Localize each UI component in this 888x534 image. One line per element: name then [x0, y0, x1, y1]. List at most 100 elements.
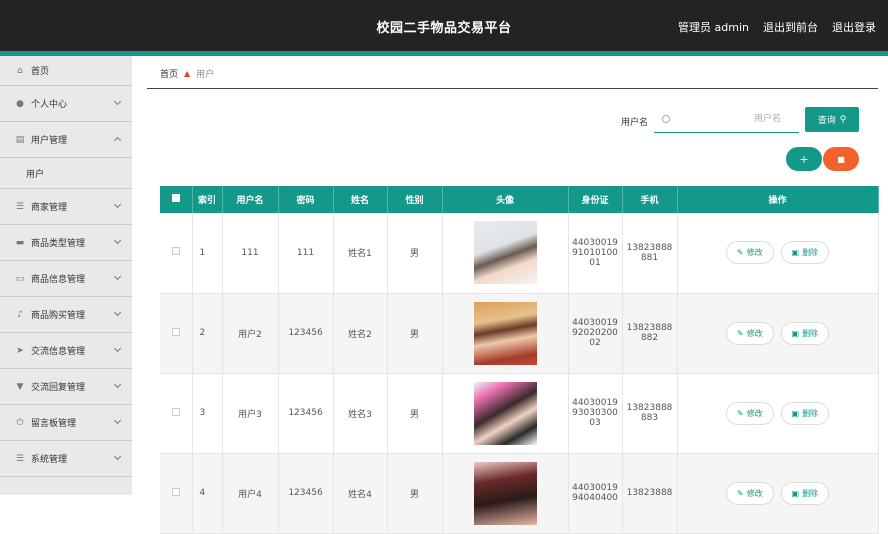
sidebar-item-label: 商品类型管理 [31, 239, 86, 249]
cell-phone: 13823888 [622, 453, 678, 534]
cell-index: 2 [192, 293, 223, 374]
cell-id-card: 44030019 93030300 03 [568, 373, 623, 454]
home-icon: ⌂ [17, 65, 23, 76]
search-field[interactable] [654, 109, 799, 133]
sidebar-item-exchange-reply[interactable]: ▼ 交流回复管理 [0, 369, 132, 405]
sidebar-subitem-label: 用户 [26, 169, 45, 180]
select-all-checkbox[interactable] [160, 186, 193, 213]
column-header: 索引 [192, 186, 223, 213]
chevron-down-icon [113, 308, 122, 317]
row-checkbox[interactable] [160, 293, 193, 374]
send-icon: ➤ [16, 345, 24, 356]
edit-icon: ✎ [736, 408, 744, 418]
edit-button[interactable]: ✎ 修改 [725, 321, 774, 345]
column-header: 身份证 [568, 186, 623, 213]
avatar [473, 461, 537, 525]
cell-actions: ✎ 修改 ▣ 删除 [677, 213, 879, 294]
table-header-row: 索引 用户名 密码 姓名 性别 头像 身份证 手机 操作 [160, 186, 879, 213]
column-header: 操作 [677, 186, 879, 213]
cell-gender: 男 [387, 453, 443, 534]
comment-icon: ▼ [16, 381, 24, 392]
sidebar-item-label: 商品购买管理 [31, 311, 86, 321]
users-table: 索引 用户名 密码 姓名 性别 头像 身份证 手机 操作 1 111 111 姓… [160, 186, 879, 534]
chevron-up-icon [113, 136, 122, 145]
search-icon [662, 115, 670, 123]
row-checkbox[interactable] [160, 213, 193, 294]
sidebar-item-label: 商家管理 [31, 203, 68, 213]
header-actions: 管理员 admin 退出到前台 退出登录 [678, 19, 876, 35]
monitor-icon: ▭ [15, 273, 25, 284]
chevron-down-icon [113, 344, 122, 353]
table-row: 4 用户4 123456 姓名4 男 44030019 94040400 1382… [160, 453, 879, 534]
search-input[interactable] [701, 114, 781, 124]
list-icon: ☰ [15, 201, 25, 212]
sidebar-item-merchant[interactable]: ☰ 商家管理 [0, 189, 132, 225]
top-bar: 校园二手物品交易平台 管理员 admin 退出到前台 退出登录 [0, 0, 888, 51]
breadcrumb-home[interactable]: 首页 [160, 67, 178, 80]
cell-gender: 男 [387, 293, 443, 374]
breadcrumb-current: 用户 [196, 70, 215, 80]
menu-icon: ☰ [15, 453, 25, 464]
cell-phone: 13823888 881 [622, 213, 678, 294]
search-label: 用户名 [621, 118, 649, 128]
cell-username: 用户2 [222, 293, 279, 374]
cell-avatar [442, 293, 569, 374]
sidebar-item-label: 商品信息管理 [31, 275, 86, 285]
cell-gender: 男 [387, 373, 443, 454]
column-header: 手机 [622, 186, 678, 213]
delete-button[interactable]: ▣ 删除 [780, 241, 830, 265]
plus-icon: + [799, 152, 809, 166]
sidebar-item-user-management[interactable]: ▤ 用户管理 [0, 122, 132, 158]
sidebar-item-system[interactable]: ☰ 系统管理 [0, 441, 132, 477]
admin-label: 管理员 admin [678, 21, 749, 34]
row-checkbox[interactable] [160, 373, 193, 454]
add-button[interactable]: + [786, 147, 822, 171]
back-to-front-link[interactable]: 退出到前台 [763, 19, 818, 35]
sidebar-subitem-users[interactable]: 用户 [0, 158, 132, 189]
edit-button[interactable]: ✎ 修改 [725, 401, 774, 425]
cell-phone: 13823888 882 [622, 293, 678, 374]
message-icon: ▬ [15, 237, 25, 248]
cell-gender: 男 [387, 213, 443, 294]
batch-delete-button[interactable]: ■ [823, 147, 859, 171]
chevron-down-icon [113, 97, 122, 106]
cell-avatar [442, 373, 569, 454]
delete-button[interactable]: ▣ 删除 [780, 401, 830, 425]
edit-icon: ✎ [736, 488, 744, 498]
column-header: 性别 [387, 186, 443, 213]
delete-button[interactable]: ▣ 删除 [780, 321, 830, 345]
avatar [473, 301, 537, 365]
row-checkbox[interactable] [160, 453, 193, 534]
clipboard-icon: ▤ [15, 134, 25, 145]
cell-password: 123456 [278, 373, 334, 454]
logout-link[interactable]: 退出登录 [832, 19, 876, 35]
cell-phone: 13823888 883 [622, 373, 678, 454]
column-header: 用户名 [222, 186, 279, 213]
breadcrumb: 首页 ▲ 用户 [160, 67, 214, 80]
chevron-down-icon [113, 200, 122, 209]
chevron-down-icon [113, 272, 122, 281]
column-header: 姓名 [333, 186, 388, 213]
edit-button[interactable]: ✎ 修改 [725, 481, 774, 505]
sidebar-item-purchase[interactable]: ♪ 商品购买管理 [0, 297, 132, 333]
sidebar-item-product-type[interactable]: ▬ 商品类型管理 [0, 225, 132, 261]
trash-icon: ▣ [791, 488, 800, 498]
sidebar-item-home[interactable]: ⌂ 首页 [0, 56, 132, 86]
cell-index: 4 [192, 453, 223, 534]
cell-username: 用户3 [222, 373, 279, 454]
sidebar-item-product-info[interactable]: ▭ 商品信息管理 [0, 261, 132, 297]
trash-icon: ▣ [791, 248, 800, 258]
sidebar-item-message-board[interactable]: ⏻ 留言板管理 [0, 405, 132, 441]
cell-name: 姓名3 [333, 373, 388, 454]
column-header: 头像 [442, 186, 569, 213]
sidebar-item-profile[interactable]: ● 个人中心 [0, 86, 132, 122]
avatar [473, 221, 537, 285]
sidebar-item-exchange-info[interactable]: ➤ 交流信息管理 [0, 333, 132, 369]
cell-username: 111 [222, 213, 279, 294]
search-icon: ⚲ [839, 114, 847, 125]
edit-button[interactable]: ✎ 修改 [725, 241, 774, 265]
sidebar-item-label: 交流回复管理 [31, 383, 86, 393]
cell-name: 姓名1 [333, 213, 388, 294]
delete-button[interactable]: ▣ 删除 [780, 481, 830, 505]
query-button[interactable]: 查询 ⚲ [805, 107, 859, 132]
